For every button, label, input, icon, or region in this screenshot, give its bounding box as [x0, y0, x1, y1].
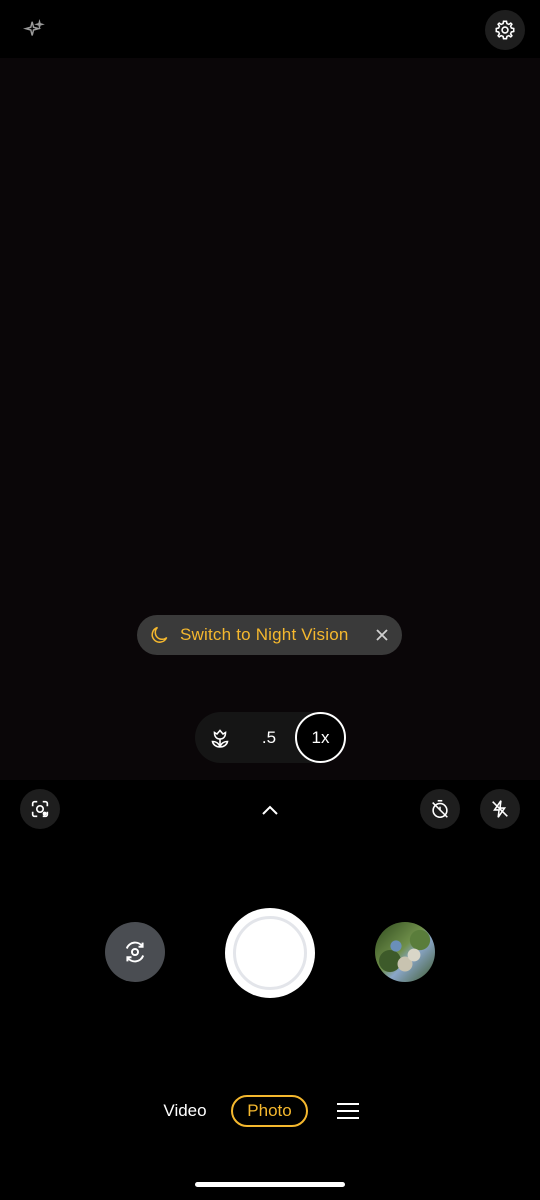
timer-button[interactable] [420, 789, 460, 829]
flash-button[interactable] [480, 789, 520, 829]
settings-button[interactable] [485, 10, 525, 50]
mode-photo[interactable]: Photo [231, 1095, 308, 1127]
mode-selector: Video Photo [0, 1094, 540, 1128]
viewfinder[interactable] [0, 58, 540, 780]
gear-icon [495, 20, 515, 40]
night-vision-label: Switch to Night Vision [180, 625, 349, 644]
zoom-selector: .5 1x [195, 712, 346, 763]
timer-off-icon [432, 799, 448, 819]
shutter-inner-ring [233, 916, 307, 990]
google-lens-icon [31, 800, 49, 818]
zoom-1x-button[interactable]: 1x [295, 712, 346, 763]
top-bar [0, 0, 540, 58]
close-icon[interactable] [372, 625, 392, 645]
switch-camera-icon [125, 941, 145, 963]
switch-camera-button[interactable] [105, 922, 165, 982]
lens-button[interactable] [20, 789, 60, 829]
night-vision-suggestion[interactable]: Switch to Night Vision [137, 615, 402, 655]
moon-icon [149, 624, 171, 646]
chevron-up-icon[interactable] [255, 795, 285, 825]
zoom-0.5x-button[interactable]: .5 [245, 712, 293, 763]
home-indicator[interactable] [195, 1182, 345, 1187]
shutter-button[interactable] [225, 908, 315, 998]
gallery-thumbnail[interactable] [375, 922, 435, 982]
flash-off-icon [492, 800, 508, 818]
sparkle-icon[interactable] [14, 10, 54, 50]
hamburger-icon[interactable] [333, 1097, 363, 1125]
camera-screen: Switch to Night Vision .5 1x Video Photo [0, 0, 540, 1200]
macro-flower-icon[interactable] [195, 712, 245, 763]
mode-video[interactable]: Video [160, 1094, 210, 1128]
